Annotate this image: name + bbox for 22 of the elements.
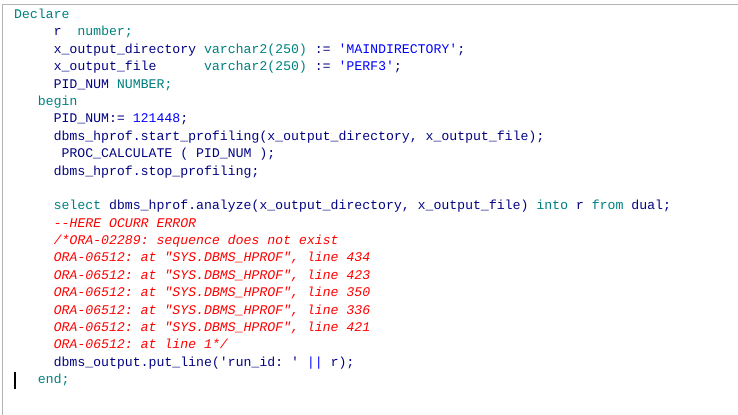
code-line: x_output_file varchar2(250) := 'PERF3';	[54, 58, 402, 76]
code-line: end;	[38, 371, 70, 389]
code-line: --HERE OCURR ERROR	[54, 214, 196, 232]
code-line: dbms_output.put_line('run_id: ' || r);	[54, 354, 354, 372]
code-line: r number;	[54, 23, 133, 41]
code-line: select dbms_hprof.analyze(x_output_directory, x_output_file) into r from dual;	[54, 197, 671, 215]
code-line: ORA-06512: at line 1*/	[54, 336, 228, 354]
code-line: /*ORA-02289: sequence does not exist	[54, 232, 338, 250]
code-line: begin	[38, 92, 78, 110]
code-line: PID_NUM:= 121448;	[54, 110, 188, 128]
code-line: Declare	[14, 6, 70, 24]
code-line: ORA-06512: at "SYS.DBMS_HPROF", line 423	[54, 266, 370, 284]
code-line: PID_NUM NUMBER;	[54, 76, 172, 93]
text-cursor	[14, 372, 16, 389]
code-line: ORA-06512: at "SYS.DBMS_HPROF", line 350	[54, 284, 370, 302]
code-line: x_output_directory varchar2(250) := 'MAINDIRECTORY';	[54, 40, 466, 58]
code-line: ORA-06512: at "SYS.DBMS_HPROF", line 421	[54, 319, 370, 336]
code-line: ORA-06512: at "SYS.DBMS_HPROF", line 336	[54, 302, 370, 320]
code-line: ORA-06512: at "SYS.DBMS_HPROF", line 434	[54, 249, 370, 267]
code-line: dbms_hprof.start_profiling(x_output_directory, x_output_file);	[54, 128, 544, 146]
code-line: dbms_hprof.stop_profiling;	[54, 162, 260, 180]
code-line: PROC_CALCULATE ( PID_NUM );	[61, 145, 276, 163]
